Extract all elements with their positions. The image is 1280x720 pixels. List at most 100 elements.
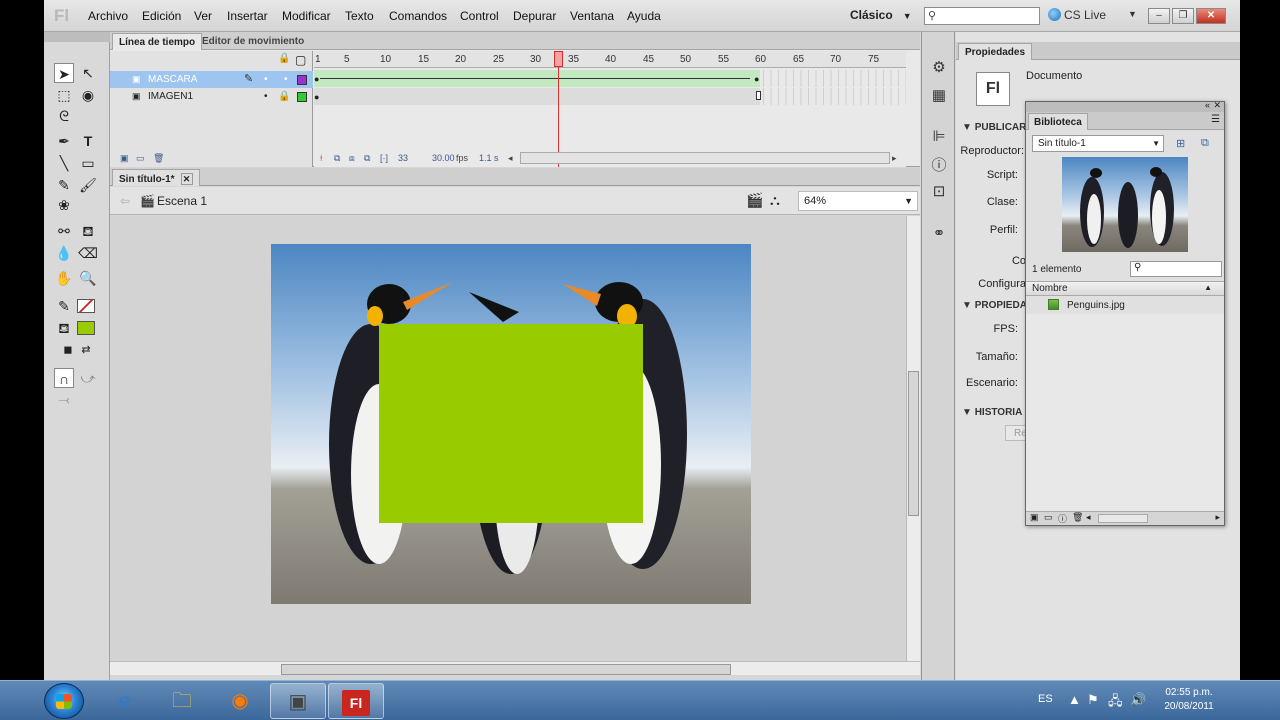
swatches-icon[interactable]: ▦ [929,86,949,106]
menu-archivo[interactable]: Archivo [88,9,128,23]
motion-presets-icon[interactable]: ⚙ [929,58,949,78]
swap-colors-icon[interactable]: ⇄ [76,340,96,360]
new-folder-icon[interactable]: ▭ [1044,512,1053,523]
start-button[interactable] [44,683,84,719]
snap-to-objects-icon[interactable]: ∩ [54,368,74,388]
library-document-select[interactable]: Sin título-1 ▼ [1032,135,1164,152]
frame-grid[interactable]: 1 5 10 15 20 25 30 35 40 45 50 55 60 65 … [314,51,906,167]
menu-ventana[interactable]: Ventana [570,9,614,23]
scene-label[interactable]: Escena 1 [157,194,207,208]
outline-all-icon[interactable]: ▢ [295,53,306,67]
flag-icon[interactable]: ⚑ [1087,692,1099,708]
transform-icon[interactable]: ⊡ [929,182,949,202]
library-titlebar[interactable]: « ✕ [1026,100,1224,112]
section-historial[interactable]: ▼ HISTORIA [962,407,1022,418]
new-symbol-icon[interactable]: ▣ [1030,512,1039,523]
stage-hscroll[interactable] [110,661,920,675]
minimize-button[interactable]: – [1148,8,1170,24]
lasso-tool-icon[interactable]: ᘓ [54,106,74,126]
subselection-tool-icon[interactable]: ↖ [78,63,98,83]
line-tool-icon[interactable]: ╲ [54,153,74,173]
pen-tool-icon[interactable]: ✒ [54,131,74,151]
free-transform-tool-icon[interactable]: ⬚ [54,85,74,105]
delete-icon[interactable]: 🗑 [1072,512,1083,523]
section-publicar[interactable]: ▼ PUBLICAR [962,122,1026,133]
restore-button[interactable]: ❐ [1172,8,1194,24]
hand-tool-icon[interactable]: ✋ [54,268,74,288]
menu-comandos[interactable]: Comandos [389,9,447,23]
show-hidden-icons-icon[interactable]: ▲ [1068,692,1081,707]
collapse-icon[interactable]: « [1205,100,1210,110]
library-hscroll-thumb[interactable] [1098,514,1148,523]
menu-insertar[interactable]: Insertar [227,9,268,23]
edit-multiple-frames-icon[interactable]: ⧉ [364,153,370,164]
cs-live-button[interactable]: CS Live [1048,8,1106,22]
workspace-selector[interactable]: Clásico ▼ [844,6,918,26]
onion-skin-icon[interactable]: ⧉ [334,153,340,164]
clock[interactable]: 02:55 p.m. 20/08/2011 [1158,686,1220,714]
close-icon[interactable]: ✕ [1213,100,1221,111]
paint-bucket-tool-icon[interactable]: ⛾ [78,221,98,241]
straighten-icon[interactable]: ⤙ [54,389,74,409]
eyedropper-tool-icon[interactable]: 💧 [54,243,74,263]
tab-timeline[interactable]: Línea de tiempo [112,33,203,50]
section-propiedades[interactable]: ▼ PROPIEDA [962,300,1027,311]
zoom-select[interactable]: 64% ▼ [798,191,918,211]
firefox-icon[interactable]: ◉ [212,683,268,719]
layer-mascara[interactable]: ▣ MASCARA ✎ • • [110,71,313,88]
stage-vscroll[interactable] [906,216,920,661]
modify-markers-icon[interactable]: [·] [380,153,388,163]
elapsed-time[interactable]: 1.1 s [479,153,499,163]
internet-explorer-icon[interactable]: ℯ [96,683,152,719]
close-icon[interactable]: ✕ [180,173,193,185]
stroke-color-swatch[interactable] [77,299,95,313]
visibility-dot[interactable]: • [264,88,268,105]
pencil-tool-icon[interactable]: ✎ [54,175,74,195]
components-icon[interactable]: ⚭ [929,224,949,244]
lock-all-icon[interactable]: 🔒 [278,53,290,64]
rectangle-tool-icon[interactable]: ▭ [78,153,98,173]
layer-color-box[interactable] [297,75,307,85]
library-search-input[interactable]: ⚲ [1130,261,1222,277]
scroll-left-icon[interactable]: ◂ [1086,512,1091,523]
library-column-header[interactable]: Nombre ▲ [1026,281,1224,296]
panel-menu-icon[interactable]: ☰ [1211,114,1220,125]
align-icon[interactable]: ⊫ [929,127,949,147]
volume-icon[interactable]: 🔊 [1130,692,1146,708]
menu-texto[interactable]: Texto [345,9,374,23]
properties-icon[interactable]: ⓘ [1058,512,1067,525]
library-item[interactable]: Penguins.jpg [1026,297,1224,314]
bone-tool-icon[interactable]: ⚯ [54,221,74,241]
scroll-thumb[interactable] [281,664,731,675]
frame-ruler[interactable]: 1 5 10 15 20 25 30 35 40 45 50 55 60 65 … [314,51,906,68]
selection-tool-icon[interactable]: ➤ [54,63,74,83]
playhead[interactable] [554,51,563,67]
menu-depurar[interactable]: Depurar [513,9,556,23]
pin-library-icon[interactable]: ⊞ [1176,137,1185,150]
stage-canvas[interactable] [271,244,751,604]
file-explorer-icon[interactable]: 🗀 [154,683,210,719]
stage-area[interactable] [110,216,906,661]
lock-icon[interactable]: 🔒 [278,88,290,105]
info-icon[interactable]: ⓘ [929,154,949,174]
tab-motion-editor[interactable]: Editor de movimiento [196,33,310,50]
center-frame-icon[interactable]: ⍿ [320,153,322,164]
edit-scene-icon[interactable]: 🎬 [746,192,763,209]
tab-properties[interactable]: Propiedades [958,43,1033,60]
text-tool-icon[interactable]: T [78,131,98,151]
menu-control[interactable]: Control [460,9,499,23]
back-arrow-icon[interactable]: ⇦ [120,194,130,208]
imagen1-frames[interactable]: ● [314,88,906,105]
new-library-panel-icon[interactable]: ⧉ [1201,137,1209,150]
lock-dot[interactable]: • [284,71,288,88]
layer-color-box[interactable] [297,92,307,102]
visibility-dot[interactable]: • [264,71,268,88]
new-folder-icon[interactable]: ▭ [136,153,145,164]
tab-document[interactable]: Sin título-1* ✕ [112,169,200,186]
delete-layer-icon[interactable]: 🗑 [153,153,164,164]
menu-ver[interactable]: Ver [194,9,212,23]
black-white-icon[interactable]: ◼ [58,340,78,360]
new-layer-icon[interactable]: ▣ [120,153,129,164]
smooth-icon[interactable]: ⤻ [78,368,98,388]
timeline-hscroll[interactable] [520,152,890,164]
